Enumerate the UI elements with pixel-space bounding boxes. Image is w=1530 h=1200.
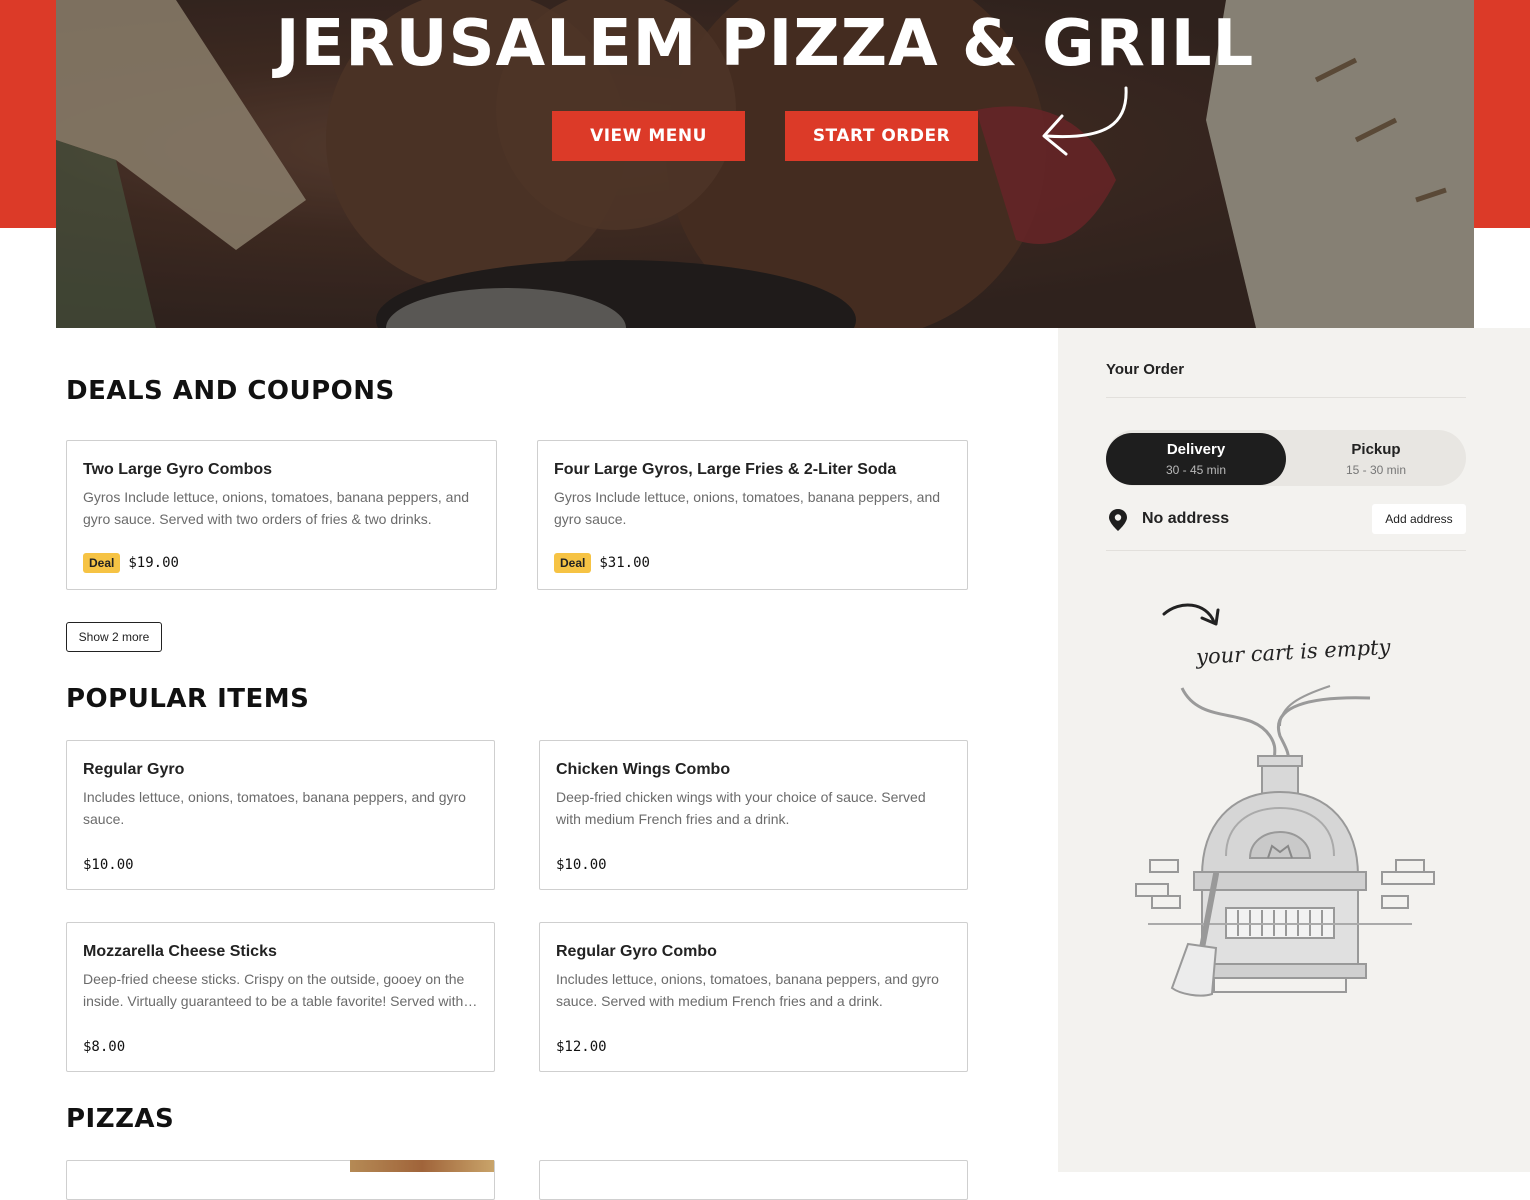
- deal-price-row: Deal $19.00: [83, 553, 179, 573]
- menu-item-card[interactable]: Chicken Wings Combo Deep-fried chicken w…: [539, 740, 968, 890]
- menu-item-card[interactable]: Regular Gyro Combo Includes lettuce, oni…: [539, 922, 968, 1072]
- menu-item-description: Deep-fried chicken wings with your choic…: [556, 789, 926, 827]
- deal-name: Two Large Gyro Combos: [83, 461, 273, 478]
- menu-item-description: Deep-fried cheese sticks. Crispy on the …: [83, 971, 465, 1009]
- menu-item-price: $8.00: [83, 1039, 126, 1055]
- menu-item-description: Includes lettuce, onions, tomatoes, bana…: [83, 789, 466, 827]
- address-text: No address: [1142, 510, 1230, 527]
- menu-item-card[interactable]: Regular Gyro Includes lettuce, onions, t…: [66, 740, 495, 890]
- delivery-time: 30 - 45 min: [1165, 463, 1227, 477]
- fulfillment-toggle: Delivery 30 - 45 min Pickup 15 - 30 min: [1106, 430, 1466, 486]
- menu-item-description: Includes lettuce, onions, tomatoes, bana…: [556, 971, 939, 1009]
- menu-item-name: Chicken Wings Combo: [556, 761, 731, 778]
- divider: [1106, 550, 1466, 551]
- pickup-option[interactable]: Pickup 15 - 30 min: [1286, 433, 1466, 485]
- divider: [1106, 397, 1466, 398]
- deal-price: $19.00: [128, 555, 179, 571]
- popular-section-title: POPULAR ITEMS: [66, 684, 310, 714]
- deal-description: Gyros Include lettuce, onions, tomatoes,…: [554, 489, 941, 527]
- delivery-label: Delivery: [1166, 441, 1226, 458]
- delivery-option[interactable]: Delivery 30 - 45 min: [1106, 433, 1286, 485]
- menu-item-card[interactable]: [539, 1160, 968, 1200]
- menu-item-name: Regular Gyro: [83, 761, 185, 778]
- deals-section-title: DEALS AND COUPONS: [66, 376, 395, 406]
- menu-item-name: Regular Gyro Combo: [556, 943, 717, 960]
- menu-item-card[interactable]: Mozzarella Cheese Sticks Deep-fried chee…: [66, 922, 495, 1072]
- menu-item-price: $12.00: [556, 1039, 607, 1055]
- pickup-time: 15 - 30 min: [1345, 463, 1407, 477]
- deal-description: Gyros Include lettuce, onions, tomatoes,…: [83, 489, 470, 527]
- menu-item-price: $10.00: [556, 857, 607, 873]
- view-menu-button[interactable]: VIEW MENU: [552, 111, 745, 161]
- show-more-deals-button[interactable]: Show 2 more: [66, 622, 162, 652]
- menu-item-name: Mozzarella Cheese Sticks: [83, 943, 277, 960]
- restaurant-title: JERUSALEM PIZZA & GRILL: [275, 7, 1255, 81]
- deal-badge: Deal: [554, 553, 592, 573]
- arrow-curve-icon: [1042, 86, 1128, 156]
- pickup-label: Pickup: [1351, 441, 1401, 458]
- deal-card[interactable]: Two Large Gyro Combos Gyros Include lett…: [66, 440, 497, 590]
- deal-badge: Deal: [83, 553, 121, 573]
- deal-card[interactable]: Four Large Gyros, Large Fries & 2-Liter …: [537, 440, 968, 590]
- pizza-oven-illustration: [1135, 603, 1435, 997]
- pizza-image: [350, 1160, 494, 1172]
- deal-name: Four Large Gyros, Large Fries & 2-Liter …: [554, 461, 897, 478]
- start-order-button[interactable]: START ORDER: [785, 111, 978, 161]
- deal-price: $31.00: [599, 555, 650, 571]
- pizzas-section-title: PIZZAS: [66, 1104, 175, 1134]
- menu-item-price: $10.00: [83, 857, 134, 873]
- deal-price-row: Deal $31.00: [554, 553, 650, 573]
- location-pin-icon: [1109, 509, 1127, 531]
- order-title: Your Order: [1106, 361, 1185, 378]
- add-address-button[interactable]: Add address: [1372, 504, 1466, 534]
